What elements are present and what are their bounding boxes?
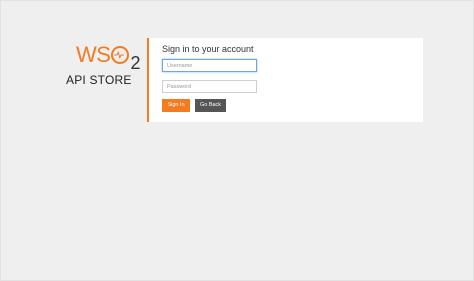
product-name: API STORE bbox=[66, 73, 132, 87]
username-input[interactable] bbox=[162, 59, 257, 72]
heartbeat-o-icon bbox=[111, 46, 130, 64]
login-title: Sign in to your account bbox=[162, 44, 254, 54]
logo-two: 2 bbox=[130, 53, 140, 73]
login-panel: Sign in to your account Sign In Go Back bbox=[147, 38, 423, 122]
logo-letters: WS bbox=[76, 42, 111, 67]
sign-in-button[interactable]: Sign In bbox=[162, 99, 190, 112]
password-input[interactable] bbox=[162, 80, 257, 93]
wso2-logo: WS 2 API STORE bbox=[66, 44, 144, 90]
wso2-wordmark: WS 2 bbox=[76, 42, 140, 73]
go-back-button[interactable]: Go Back bbox=[195, 99, 226, 112]
